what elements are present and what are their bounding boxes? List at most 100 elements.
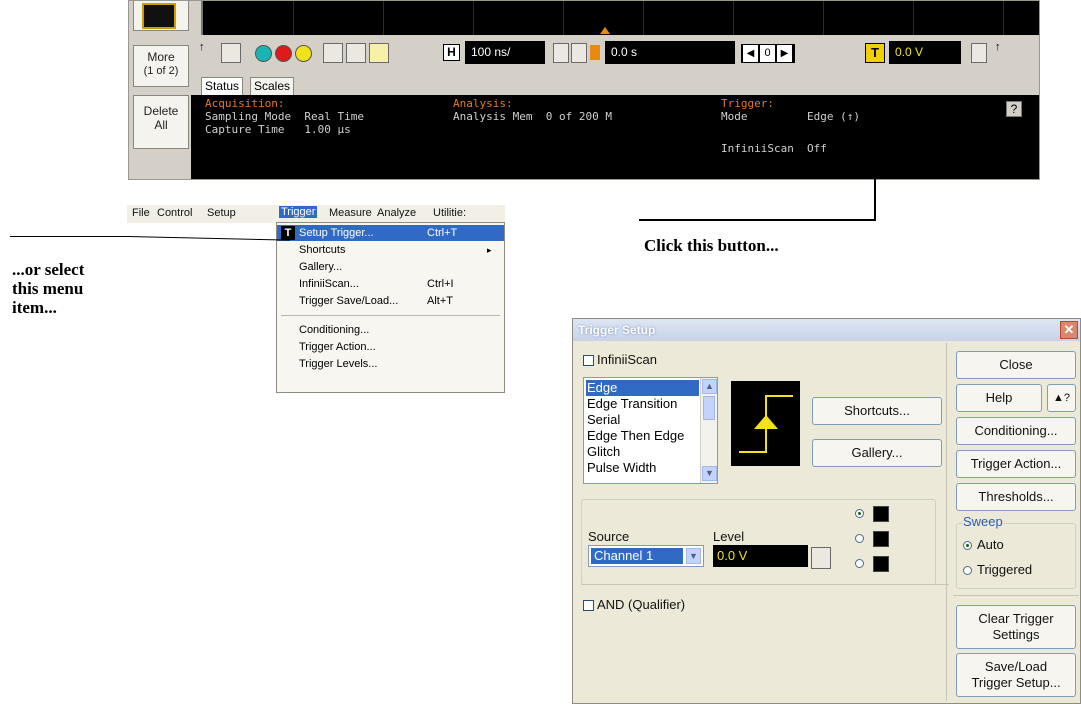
menu-item-label: Setup Trigger...	[299, 227, 374, 239]
level-label: Level	[713, 529, 745, 544]
wave-icon[interactable]	[571, 43, 587, 63]
dialog-close-icon[interactable]: ✕	[1060, 321, 1078, 339]
source-select[interactable]: Channel 1 ▼	[588, 545, 704, 567]
acquisition-header: Acquisition:	[205, 97, 285, 110]
menu-trigger[interactable]: Trigger	[279, 206, 318, 218]
nav-left-button[interactable]: ◀	[743, 45, 758, 62]
menu-control[interactable]: Control	[157, 207, 192, 219]
menu-item-label: Shortcuts	[299, 244, 346, 256]
list-item[interactable]: Glitch	[586, 444, 699, 460]
save-load-trigger-setup-button[interactable]: Save/Load Trigger Setup...	[956, 653, 1076, 697]
clear-settings-label: Settings	[992, 627, 1040, 642]
menu-analyze[interactable]: Analyze	[377, 207, 416, 219]
menu-separator	[281, 315, 500, 316]
sweep-auto-radio[interactable]	[963, 541, 972, 550]
whats-this-icon[interactable]: ▲?	[1047, 384, 1076, 412]
nav-value: 0	[760, 45, 775, 62]
thresholds-button[interactable]: Thresholds...	[956, 483, 1076, 511]
menu-measure[interactable]: Measure	[329, 207, 372, 219]
infiniiscan-checkbox[interactable]	[583, 355, 594, 366]
chevron-down-icon[interactable]: ▼	[686, 548, 701, 564]
level-spinner-icon[interactable]	[971, 43, 987, 63]
list-item[interactable]: Edge	[586, 380, 699, 396]
horizontal-icon[interactable]: H	[443, 44, 460, 61]
level-spinner-icon[interactable]	[811, 547, 831, 569]
callout-line-horizontal	[639, 219, 876, 221]
list-scrollbar[interactable]: ▲ ▼	[700, 378, 717, 483]
menu-callout-line	[127, 236, 290, 241]
trigger-level-field[interactable]: 0.0 V	[889, 41, 961, 64]
side-strip	[133, 1, 189, 31]
timebase-field[interactable]: 100 ns/	[465, 41, 545, 64]
either-edge-icon	[873, 556, 889, 572]
rising-edge-radio[interactable]	[855, 509, 864, 518]
sweep-triggered-radio[interactable]	[963, 566, 972, 575]
help-button[interactable]: Help	[956, 384, 1042, 412]
grid-line	[913, 1, 914, 35]
list-item[interactable]: Serial	[586, 412, 699, 428]
more-button[interactable]: More (1 of 2)	[133, 45, 189, 87]
menu-utilities[interactable]: Utilitie:	[433, 207, 466, 219]
save-icon[interactable]	[346, 43, 366, 63]
list-item[interactable]: Pulse Width	[586, 460, 699, 476]
menu-setup[interactable]: Setup	[207, 207, 236, 219]
menu-item-conditioning[interactable]: Conditioning...	[277, 322, 504, 338]
channel1-color-icon[interactable]	[255, 45, 272, 62]
status-help-button[interactable]: ?	[1006, 101, 1022, 117]
delay-field[interactable]: 0.0 s	[605, 41, 735, 64]
button-callout: Click this button...	[644, 236, 779, 255]
source-value: Channel 1	[591, 548, 683, 564]
trigger-type-list[interactable]: Edge Edge Transition Serial Edge Then Ed…	[583, 377, 718, 484]
grid-line	[733, 1, 734, 35]
scroll-down-icon[interactable]: ▼	[702, 466, 717, 481]
trigger-action-button[interactable]: Trigger Action...	[956, 450, 1076, 478]
brightness-icon[interactable]	[369, 43, 389, 63]
falling-edge-radio[interactable]	[855, 534, 864, 543]
menu-item-label: InfiniiScan...	[299, 278, 359, 290]
menu-file[interactable]: File	[132, 207, 150, 219]
menu-item-gallery[interactable]: Gallery...	[277, 259, 504, 275]
menu-item-shortcuts[interactable]: Shortcuts ▸	[277, 242, 504, 258]
grid-line	[643, 1, 644, 35]
and-qualifier-checkbox[interactable]	[583, 600, 594, 611]
delete-sublabel: All	[154, 118, 168, 132]
gallery-button[interactable]: Gallery...	[812, 439, 942, 467]
trigger-menu-dropdown: T Setup Trigger... Ctrl+T Shortcuts ▸ Ga…	[276, 222, 505, 393]
stepper-icon[interactable]	[221, 43, 241, 63]
menu-item-trigger-action[interactable]: Trigger Action...	[277, 339, 504, 355]
rising-edge-small-icon: ↑	[199, 41, 205, 53]
either-edge-radio[interactable]	[855, 559, 864, 568]
math-icon[interactable]	[323, 43, 343, 63]
menu-item-trigger-save-load[interactable]: Trigger Save/Load... Alt+T	[277, 293, 504, 309]
close-button[interactable]: Close	[956, 351, 1076, 379]
scroll-up-icon[interactable]: ▲	[702, 379, 717, 394]
trigger-setup-label: Trigger Setup...	[971, 675, 1061, 690]
channel2-color-icon[interactable]	[275, 45, 292, 62]
menu-item-infiniiscan[interactable]: InfiniiScan... Ctrl+I	[277, 276, 504, 292]
delete-all-button[interactable]: Delete All	[133, 95, 189, 149]
fine-coarse-icon[interactable]	[553, 43, 569, 63]
tab-status[interactable]: Status	[201, 77, 244, 95]
rising-edge-icon: ↑	[995, 41, 1001, 53]
falling-edge-icon	[873, 531, 889, 547]
nav-right-button[interactable]: ▶	[777, 45, 792, 62]
trigger-menu-icon: T	[281, 226, 295, 240]
shortcuts-button[interactable]: Shortcuts...	[812, 397, 942, 425]
tab-scales[interactable]: Scales	[250, 77, 295, 95]
trigger-position-marker	[600, 27, 610, 34]
menu-item-trigger-levels[interactable]: Trigger Levels...	[277, 356, 504, 372]
trigger-setup-dialog: Trigger Setup ✕ InfiniiScan Edge Edge Tr…	[572, 318, 1081, 704]
list-item[interactable]: Edge Then Edge	[586, 428, 699, 444]
level-field[interactable]: 0.0 V	[713, 545, 808, 567]
channel3-color-icon[interactable]	[295, 45, 312, 62]
menu-item-label: Trigger Action...	[299, 341, 376, 353]
menu-item-setup-trigger[interactable]: T Setup Trigger... Ctrl+T	[277, 225, 504, 241]
trigger-setup-button[interactable]: T	[865, 43, 885, 63]
menu-item-shortcut: Alt+T	[427, 295, 453, 307]
scroll-thumb[interactable]	[703, 396, 715, 420]
sweep-triggered-label: Triggered	[977, 562, 1033, 577]
conditioning-button[interactable]: Conditioning...	[956, 417, 1076, 445]
clear-trigger-settings-button[interactable]: Clear Trigger Settings	[956, 605, 1076, 649]
list-item[interactable]: Edge Transition	[586, 396, 699, 412]
more-sublabel: (1 of 2)	[143, 65, 179, 77]
